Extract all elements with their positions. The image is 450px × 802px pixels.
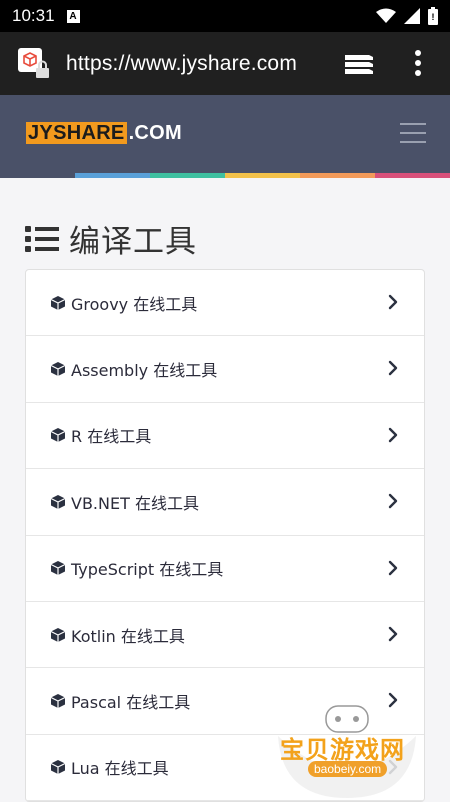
tool-list-item-label: Pascal 在线工具 — [71, 693, 191, 713]
cube-icon — [50, 627, 66, 642]
tool-list-item[interactable]: TypeScript 在线工具 — [26, 536, 424, 602]
tool-list-item-label: VB.NET 在线工具 — [71, 493, 199, 513]
watermark: 宝贝游戏网 baobeiy.com — [272, 702, 422, 800]
cube-icon — [50, 428, 66, 443]
tool-list-item-label: R 在线工具 — [71, 427, 152, 447]
tool-list-item[interactable]: Groovy 在线工具 — [26, 270, 424, 337]
chevron-right-icon — [388, 493, 398, 509]
color-strip-segment — [225, 173, 300, 178]
site-security-icon[interactable] — [16, 46, 52, 82]
page-title-text: 编译工具 — [69, 224, 197, 260]
tool-list-item[interactable]: R 在线工具 — [26, 403, 424, 470]
tool-list-item-label: Groovy 在线工具 — [71, 294, 198, 314]
tool-list-item[interactable]: VB.NET 在线工具 — [26, 469, 424, 536]
cube-icon — [50, 494, 66, 509]
cube-icon — [50, 760, 66, 775]
chevron-right-icon — [388, 361, 398, 376]
color-strip — [0, 173, 450, 178]
color-strip-segment — [150, 173, 225, 178]
overflow-menu-icon[interactable] — [414, 50, 422, 76]
logo-suffix: .COM — [128, 121, 182, 144]
hamburger-menu-icon[interactable] — [400, 123, 426, 143]
site-logo[interactable]: JYSHARE .COM — [26, 122, 182, 144]
tool-list-item-label: Lua 在线工具 — [71, 759, 169, 779]
watermark-text: 宝贝游戏网 — [280, 736, 405, 764]
tool-list-item-label: Kotlin 在线工具 — [71, 626, 185, 646]
browser-toolbar: https://www.jyshare.com — [0, 32, 450, 95]
status-bar: 10:31 A ! — [0, 0, 450, 32]
watermark-url: baobeiy.com — [308, 761, 388, 777]
chevron-right-icon — [388, 427, 398, 442]
svg-text:!: ! — [432, 12, 435, 22]
cube-icon — [50, 694, 66, 709]
url-bar[interactable]: https://www.jyshare.com — [66, 52, 297, 76]
wifi-icon — [376, 8, 396, 23]
chevron-right-icon — [388, 294, 398, 310]
site-header: JYSHARE .COM — [0, 95, 450, 173]
list-icon — [25, 224, 61, 254]
color-strip-segment — [75, 173, 150, 178]
color-strip-segment — [375, 173, 450, 178]
notification-icon: A — [66, 9, 80, 23]
chevron-right-icon — [388, 626, 398, 642]
signal-icon — [404, 8, 420, 24]
cube-icon — [50, 561, 66, 576]
tool-list-item-label: TypeScript 在线工具 — [71, 560, 224, 580]
tool-list-item-label: Assembly 在线工具 — [71, 361, 218, 381]
color-strip-segment — [0, 173, 75, 178]
chevron-right-icon — [388, 560, 398, 575]
logo-main: JYSHARE — [26, 122, 127, 144]
page-title: 编译工具 — [25, 216, 197, 261]
color-strip-segment — [300, 173, 375, 178]
battery-icon: ! — [428, 7, 438, 25]
tool-list-item[interactable]: Assembly 在线工具 — [26, 336, 424, 403]
tool-list-item[interactable]: Kotlin 在线工具 — [26, 602, 424, 669]
status-time: 10:31 — [12, 6, 55, 25]
cube-icon — [50, 295, 66, 310]
cube-icon — [50, 362, 66, 377]
tabs-icon[interactable] — [343, 51, 375, 75]
